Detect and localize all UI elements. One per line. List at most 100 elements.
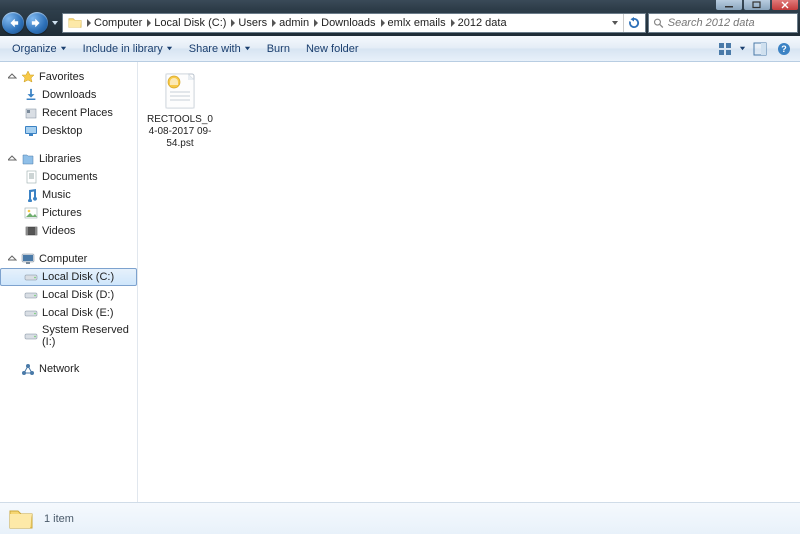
sidebar-item-music[interactable]: Music <box>0 186 137 204</box>
tree-header-label: Favorites <box>39 71 84 83</box>
navigation-pane: Favorites Downloads Recent Places Deskto… <box>0 62 138 502</box>
sidebar-item-label: Local Disk (D:) <box>42 289 114 301</box>
collapse-icon <box>8 73 17 82</box>
libraries-icon <box>21 152 35 166</box>
search-box[interactable] <box>648 13 798 33</box>
file-list[interactable]: RECTOOLS_04-08-2017 09-54.pst <box>138 62 800 502</box>
tree-header-favorites[interactable]: Favorites <box>0 68 137 86</box>
tree-group-libraries: Libraries Documents Music Pictures Video… <box>0 150 137 240</box>
sidebar-item-label: Videos <box>42 225 75 237</box>
collapse-icon <box>8 155 17 164</box>
preview-pane-button[interactable] <box>750 39 770 59</box>
toolbar-label: Organize <box>12 43 57 55</box>
toolbar-label: Include in library <box>83 43 163 55</box>
sidebar-item-desktop[interactable]: Desktop <box>0 122 137 140</box>
recent-icon <box>24 106 38 120</box>
file-item[interactable]: RECTOOLS_04-08-2017 09-54.pst <box>146 70 214 150</box>
tree-group-computer: Computer Local Disk (C:) Local Disk (D:)… <box>0 250 137 350</box>
close-button[interactable] <box>772 0 798 10</box>
address-bar-row: Computer Local Disk (C:) Users admin Dow… <box>0 10 800 36</box>
tree-header-label: Network <box>39 363 79 375</box>
sidebar-item-label: Documents <box>42 171 98 183</box>
tree-header-network[interactable]: Network <box>0 360 137 378</box>
breadcrumb-label: Downloads <box>321 17 375 29</box>
chevron-down-icon[interactable] <box>739 43 746 55</box>
videos-icon <box>24 224 38 238</box>
toolbar: Organize Include in library Share with B… <box>0 36 800 62</box>
include-library-button[interactable]: Include in library <box>77 40 179 58</box>
sidebar-item-label: System Reserved (I:) <box>42 324 133 348</box>
collapse-icon <box>8 255 17 264</box>
sidebar-item-videos[interactable]: Videos <box>0 222 137 240</box>
star-icon <box>21 70 35 84</box>
sidebar-item-recent-places[interactable]: Recent Places <box>0 104 137 122</box>
breadcrumb-item-admin[interactable]: admin <box>276 14 312 32</box>
breadcrumb[interactable]: Computer Local Disk (C:) Users admin Dow… <box>62 13 646 33</box>
share-with-button[interactable]: Share with <box>183 40 257 58</box>
drive-icon <box>24 306 38 320</box>
breadcrumb-item-users[interactable]: Users <box>235 14 270 32</box>
maximize-button[interactable] <box>744 0 770 10</box>
search-input[interactable] <box>668 17 793 29</box>
tree-header-label: Computer <box>39 253 87 265</box>
desktop-icon <box>24 124 38 138</box>
pictures-icon <box>24 206 38 220</box>
sidebar-item-label: Recent Places <box>42 107 113 119</box>
drive-icon <box>24 270 38 284</box>
nav-forward-button[interactable] <box>26 12 48 34</box>
help-button[interactable] <box>774 39 794 59</box>
drive-icon <box>24 329 38 343</box>
documents-icon <box>24 170 38 184</box>
toolbar-label: Burn <box>267 43 290 55</box>
sidebar-item-label: Desktop <box>42 125 82 137</box>
tree-group-network: Network <box>0 360 137 378</box>
nav-back-button[interactable] <box>2 12 24 34</box>
breadcrumb-label: 2012 data <box>458 17 507 29</box>
folder-icon <box>8 506 34 532</box>
breadcrumb-label: emlx emails <box>388 17 446 29</box>
minimize-button[interactable] <box>716 0 742 10</box>
sidebar-item-drive-d[interactable]: Local Disk (D:) <box>0 286 137 304</box>
breadcrumb-label: Users <box>238 17 267 29</box>
breadcrumb-dropdown[interactable] <box>607 19 623 27</box>
new-folder-button[interactable]: New folder <box>300 40 365 58</box>
breadcrumb-item-2012data[interactable]: 2012 data <box>455 14 510 32</box>
breadcrumb-item-downloads[interactable]: Downloads <box>318 14 378 32</box>
download-icon <box>24 88 38 102</box>
sidebar-item-downloads[interactable]: Downloads <box>0 86 137 104</box>
tree-header-libraries[interactable]: Libraries <box>0 150 137 168</box>
sidebar-item-label: Local Disk (E:) <box>42 307 114 319</box>
breadcrumb-label: admin <box>279 17 309 29</box>
breadcrumb-label: Computer <box>94 17 142 29</box>
sidebar-item-documents[interactable]: Documents <box>0 168 137 186</box>
breadcrumb-label: Local Disk (C:) <box>154 17 226 29</box>
tree-group-favorites: Favorites Downloads Recent Places Deskto… <box>0 68 137 140</box>
tree-header-computer[interactable]: Computer <box>0 250 137 268</box>
sidebar-item-drive-i[interactable]: System Reserved (I:) <box>0 322 137 350</box>
toolbar-label: Share with <box>189 43 241 55</box>
chevron-down-icon <box>244 43 251 55</box>
organize-button[interactable]: Organize <box>6 40 73 58</box>
nav-history-dropdown[interactable] <box>50 12 60 34</box>
burn-button[interactable]: Burn <box>261 40 296 58</box>
toolbar-label: New folder <box>306 43 359 55</box>
view-options-button[interactable] <box>715 39 735 59</box>
sidebar-item-drive-e[interactable]: Local Disk (E:) <box>0 304 137 322</box>
breadcrumb-item-emlx[interactable]: emlx emails <box>385 14 449 32</box>
tree-header-label: Libraries <box>39 153 81 165</box>
sidebar-item-label: Local Disk (C:) <box>42 271 114 283</box>
refresh-button[interactable] <box>623 13 643 33</box>
chevron-down-icon <box>166 43 173 55</box>
computer-icon <box>21 252 35 266</box>
pst-file-icon <box>159 70 201 112</box>
sidebar-item-pictures[interactable]: Pictures <box>0 204 137 222</box>
drive-icon <box>24 288 38 302</box>
file-name-label: RECTOOLS_04-08-2017 09-54.pst <box>146 114 214 150</box>
breadcrumb-item-c[interactable]: Local Disk (C:) <box>151 14 229 32</box>
sidebar-item-label: Pictures <box>42 207 82 219</box>
network-icon <box>21 362 35 376</box>
folder-icon <box>68 16 82 30</box>
sidebar-item-drive-c[interactable]: Local Disk (C:) <box>0 268 137 286</box>
breadcrumb-item-computer[interactable]: Computer <box>91 14 145 32</box>
music-icon <box>24 188 38 202</box>
